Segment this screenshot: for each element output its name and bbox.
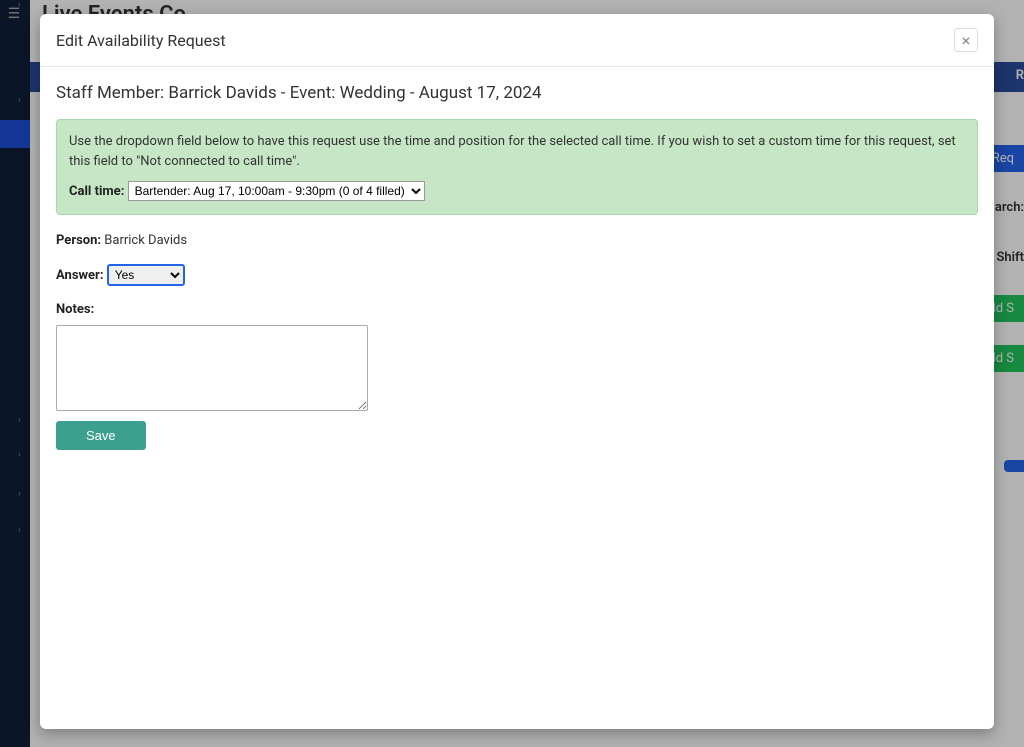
edit-availability-modal: Edit Availability Request × Staff Member… — [40, 14, 994, 729]
modal-subheading: Staff Member: Barrick Davids - Event: We… — [56, 83, 978, 103]
notes-row: Notes: — [56, 302, 978, 317]
save-button[interactable]: Save — [56, 421, 146, 450]
notes-textarea[interactable] — [56, 325, 368, 411]
notes-label: Notes: — [56, 302, 94, 317]
close-icon[interactable]: × — [954, 28, 978, 52]
modal-body: Staff Member: Barrick Davids - Event: We… — [40, 67, 994, 729]
modal-header: Edit Availability Request × — [40, 14, 994, 67]
person-label: Person: — [56, 233, 101, 248]
call-time-row: Call time: Bartender: Aug 17, 10:00am - … — [69, 181, 965, 202]
person-row: Person: Barrick Davids — [56, 233, 978, 248]
modal-title: Edit Availability Request — [56, 31, 226, 50]
call-time-label: Call time: — [69, 184, 124, 199]
answer-select[interactable]: Yes No — [107, 264, 185, 286]
answer-row: Answer: Yes No — [56, 264, 978, 286]
answer-label: Answer: — [56, 268, 103, 283]
info-box: Use the dropdown field below to have thi… — [56, 119, 978, 215]
call-time-select[interactable]: Bartender: Aug 17, 10:00am - 9:30pm (0 o… — [128, 181, 425, 201]
person-value: Barrick Davids — [104, 233, 187, 248]
info-text: Use the dropdown field below to have thi… — [69, 132, 965, 171]
